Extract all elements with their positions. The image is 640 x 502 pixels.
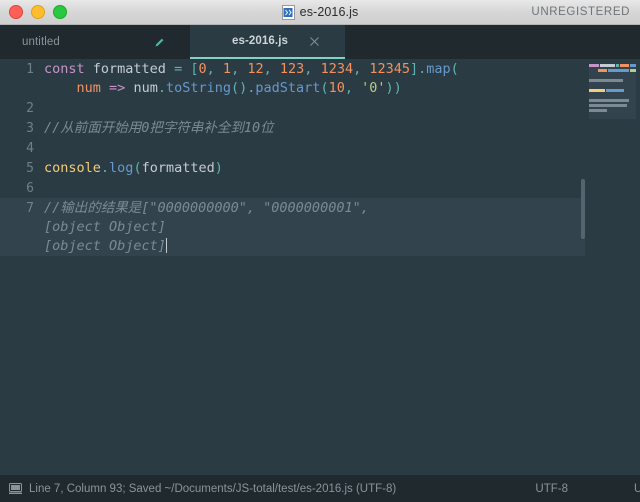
license-status: UNREGISTERED bbox=[531, 6, 630, 18]
minimap-line bbox=[589, 64, 636, 67]
minimap-line bbox=[589, 74, 636, 77]
line-ending-indicator[interactable]: Un bbox=[634, 483, 640, 495]
minimap-line bbox=[589, 109, 636, 112]
tab-es-2016-js-label: es-2016.js bbox=[232, 35, 288, 47]
code-line-7-part-1: //输出的结果是["0000000000", "0000000001", bbox=[44, 200, 369, 216]
title-bar: es-2016.js UNREGISTERED bbox=[0, 0, 640, 25]
window-controls bbox=[0, 5, 67, 19]
code-line-4[interactable]: 4 bbox=[0, 138, 585, 158]
code-text[interactable] bbox=[34, 98, 585, 118]
line-number: 1 bbox=[26, 62, 34, 77]
status-bar: Line 7, Column 93; Saved ~/Documents/JS-… bbox=[0, 475, 640, 502]
line-number: 7 bbox=[26, 201, 34, 216]
minimap[interactable] bbox=[585, 59, 640, 475]
status-message: Line 7, Column 93; Saved ~/Documents/JS-… bbox=[29, 482, 397, 495]
code-text[interactable]: //输出的结果是["0000000000", "0000000001", [obj… bbox=[34, 198, 585, 256]
line-number: 6 bbox=[26, 181, 34, 196]
code-text[interactable] bbox=[34, 138, 585, 158]
tab-es-2016-js[interactable]: es-2016.js bbox=[190, 25, 345, 59]
status-message-group: Line 7, Column 93; Saved ~/Documents/JS-… bbox=[0, 483, 396, 495]
line-number: 5 bbox=[26, 161, 34, 176]
minimap-line bbox=[589, 104, 636, 107]
minimap-content bbox=[589, 64, 636, 119]
minimap-line bbox=[589, 89, 636, 92]
line-number: 3 bbox=[26, 121, 34, 136]
status-right-group: UTF-8 Un bbox=[535, 475, 640, 502]
code-line-5[interactable]: 5 console.log(formatted) bbox=[0, 158, 585, 178]
encoding-indicator[interactable]: UTF-8 bbox=[535, 483, 568, 495]
unsaved-pencil-icon[interactable] bbox=[152, 35, 166, 49]
code-text[interactable] bbox=[34, 178, 585, 198]
minimap-line bbox=[589, 99, 636, 102]
monitor-icon bbox=[9, 483, 22, 494]
minimap-line bbox=[589, 69, 636, 72]
tab-untitled-label: untitled bbox=[22, 36, 60, 48]
minimap-line bbox=[589, 84, 636, 87]
tab-untitled[interactable]: untitled bbox=[0, 25, 190, 59]
title-filename: es-2016.js bbox=[299, 5, 359, 19]
line-number: 4 bbox=[26, 141, 34, 156]
minimize-window-button[interactable] bbox=[31, 5, 45, 19]
text-cursor bbox=[165, 238, 167, 253]
js-document-icon bbox=[281, 4, 295, 20]
minimap-line bbox=[589, 79, 636, 82]
editor-window: es-2016.js UNREGISTERED untitled es-2016… bbox=[0, 0, 640, 502]
code-text[interactable]: //从前面开始用0把字符串补全到10位 bbox=[34, 118, 585, 138]
zoom-window-button[interactable] bbox=[53, 5, 67, 19]
close-icon[interactable] bbox=[307, 34, 321, 48]
code-line-1[interactable]: 1 const formatted = [0, 1, 12, 123, 1234… bbox=[0, 59, 585, 98]
tab-bar: untitled es-2016.js bbox=[0, 25, 640, 59]
close-window-button[interactable] bbox=[9, 5, 23, 19]
editor-pane[interactable]: 1 const formatted = [0, 1, 12, 123, 1234… bbox=[0, 59, 640, 475]
code-text[interactable]: console.log(formatted) bbox=[34, 158, 585, 178]
code-line-3[interactable]: 3 //从前面开始用0把字符串补全到10位 bbox=[0, 118, 585, 138]
line-number: 2 bbox=[26, 101, 34, 116]
code-line-7-part-3: [object Object] bbox=[44, 238, 167, 254]
code-line-7[interactable]: 7 //输出的结果是["0000000000", "0000000001", [o… bbox=[0, 198, 585, 256]
code-line-6[interactable]: 6 bbox=[0, 178, 585, 198]
code-text[interactable]: const formatted = [0, 1, 12, 123, 1234, … bbox=[34, 59, 585, 98]
code-line-2[interactable]: 2 bbox=[0, 98, 585, 118]
code-line-7-part-2: [object Object] bbox=[44, 219, 166, 235]
minimap-line bbox=[589, 94, 636, 97]
code-view[interactable]: 1 const formatted = [0, 1, 12, 123, 1234… bbox=[0, 59, 585, 475]
